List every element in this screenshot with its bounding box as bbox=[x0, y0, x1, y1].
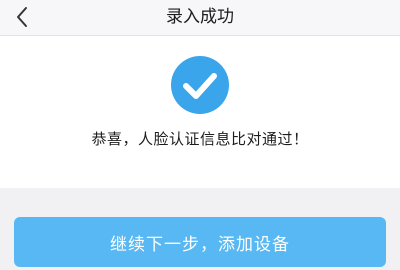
result-panel: 恭喜，人脸认证信息比对通过！ bbox=[0, 36, 400, 188]
navigation-bar: 录入成功 bbox=[0, 0, 400, 36]
continue-add-device-button[interactable]: 继续下一步，添加设备 bbox=[14, 217, 386, 267]
page-title: 录入成功 bbox=[166, 7, 234, 27]
check-circle-icon bbox=[171, 56, 229, 114]
success-message: 恭喜，人脸认证信息比对通过！ bbox=[91, 130, 309, 148]
